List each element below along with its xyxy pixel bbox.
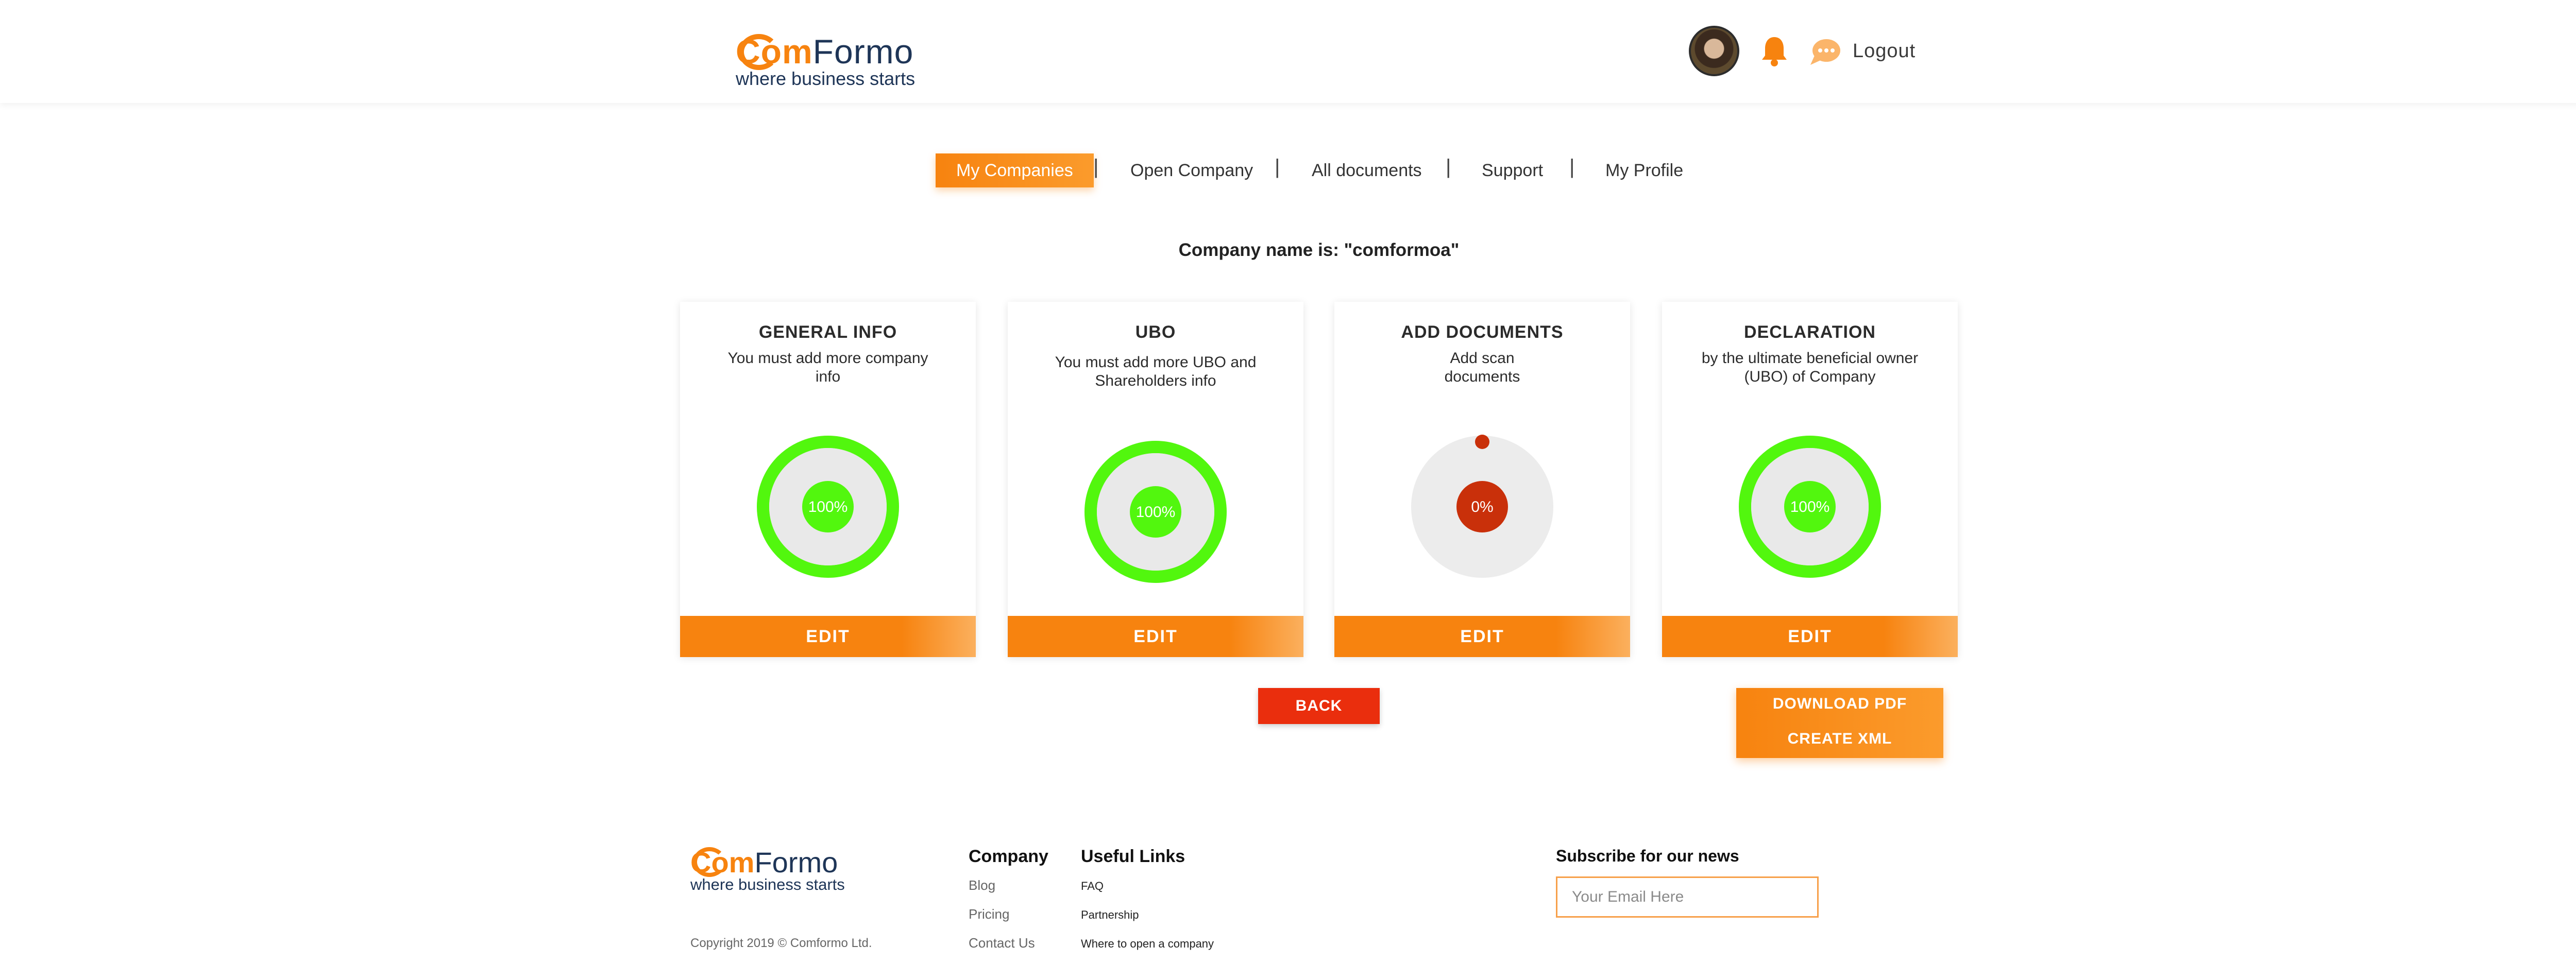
progress-ring: 100% [1662,429,1958,584]
progress-ring-svg: 100% [757,436,899,578]
edit-button[interactable]: EDIT [1008,616,1303,657]
create-xml-button[interactable]: CREATE XML [1736,730,1943,748]
comformo-logo[interactable]: ComFormo where business starts [736,32,921,89]
card-description: You must add more UBO and Shareholders i… [1055,354,1257,389]
card-description: Add scan documents [1444,350,1520,385]
logout-link[interactable]: Logout [1853,40,1916,62]
progress-percent-label: 0% [1471,498,1493,515]
progress-ring-svg: 0% [1411,435,1553,578]
bell-icon[interactable] [1760,35,1789,67]
logo-com-text: Com [736,32,813,71]
logo-tagline: where business starts [690,875,845,893]
nav-all-documents[interactable]: All documents [1312,153,1422,187]
nav-my-companies[interactable]: My Companies [936,153,1094,187]
progress-percent-label: 100% [808,498,848,515]
progress-percent-label: 100% [1136,504,1176,521]
nav-support[interactable]: Support [1482,153,1543,187]
logo-com-text: Com [690,846,755,879]
chat-icon[interactable] [1809,37,1841,66]
card-title: ADD DOCUMENTS [1401,322,1564,342]
progress-ring-svg: 100% [1084,441,1227,583]
card-title: GENERAL INFO [758,322,897,342]
export-menu: DOWNLOAD PDF CREATE XML [1736,688,1943,758]
footer-link-pricing[interactable]: Pricing [969,906,1009,922]
progress-ring: 100% [1008,435,1303,589]
edit-button[interactable]: EDIT [1334,616,1630,657]
progress-ring: 0% [1334,429,1630,584]
nav-my-profile[interactable]: My Profile [1605,153,1683,187]
footer-logo[interactable]: ComFormo where business starts [690,846,855,893]
copyright-text: Copyright 2019 © Comformo Ltd. [690,936,872,950]
card-general-info: GENERAL INFO You must add more company i… [680,302,976,657]
card-ubo: UBO You must add more UBO and Shareholde… [1008,302,1303,657]
progress-percent-label: 100% [1790,498,1830,515]
footer-link-faq[interactable]: FAQ [1081,880,1104,893]
card-description: You must add more company info [727,350,928,385]
nav-separator: | [1569,156,1575,178]
user-avatar[interactable] [1689,26,1739,76]
footer-useful-heading: Useful Links [1081,847,1185,866]
main-nav: My Companies | Open Company | All docume… [0,153,2576,190]
logo-tagline: where business starts [736,68,916,89]
card-description: by the ultimate beneficial owner (UBO) o… [1701,350,1919,385]
card-title: DECLARATION [1744,322,1876,342]
download-pdf-button[interactable]: DOWNLOAD PDF [1736,695,1943,713]
company-name-heading: Company name is: "comformoa" [1178,240,1460,260]
card-declaration: DECLARATION by the ultimate beneficial o… [1662,302,1958,657]
logo-formo-text: Formo [812,32,914,71]
site-header: ComFormo where business starts Logout [0,0,2576,103]
progress-ring-start-dot [1475,435,1489,449]
footer-link-partnership[interactable]: Partnership [1081,908,1139,922]
subscribe-email-input[interactable] [1556,876,1819,918]
edit-button[interactable]: EDIT [680,616,976,657]
nav-separator: | [1093,156,1099,178]
card-add-documents: ADD DOCUMENTS Add scan documents 0% EDIT [1334,302,1630,657]
footer-link-contact[interactable]: Contact Us [969,935,1035,951]
nav-open-company[interactable]: Open Company [1130,153,1253,187]
progress-ring: 100% [680,429,976,584]
footer-company-heading: Company [969,847,1048,866]
footer-link-where-to-open[interactable]: Where to open a company [1081,937,1214,951]
nav-separator: | [1275,156,1280,178]
subscribe-heading: Subscribe for our news [1556,847,1739,865]
card-title: UBO [1135,322,1176,342]
nav-separator: | [1446,156,1451,178]
back-button[interactable]: BACK [1258,688,1380,724]
footer-link-blog[interactable]: Blog [969,877,995,893]
progress-ring-svg: 100% [1739,436,1881,578]
edit-button[interactable]: EDIT [1662,616,1958,657]
logo-formo-text: Formo [754,846,838,879]
